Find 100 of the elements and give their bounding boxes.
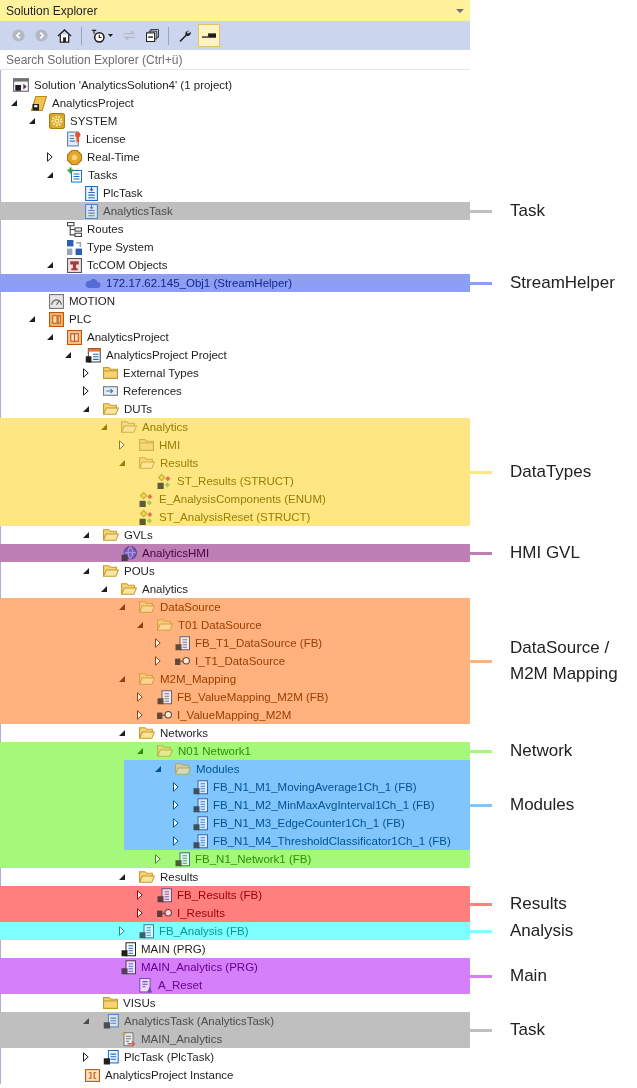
tree-item[interactable]: Results — [139, 869, 199, 885]
tree-item[interactable]: FB_Analysis (FB) — [139, 923, 249, 939]
tree-item[interactable]: Analytics — [121, 581, 189, 597]
expanded-arrow-icon[interactable] — [47, 334, 53, 340]
tree-item[interactable]: VISUs — [103, 995, 156, 1011]
expanded-arrow-icon[interactable] — [47, 172, 53, 178]
tree-item[interactable]: E_AnalysisComponents (ENUM) — [139, 491, 326, 507]
tree-item[interactable]: ST_AnalysisReset (STRUCT) — [139, 509, 311, 525]
tree-item[interactable]: Modules — [175, 761, 240, 777]
function-block-icon — [157, 689, 172, 705]
expanded-arrow-icon[interactable] — [11, 100, 17, 106]
tree-item[interactable]: Networks — [139, 725, 208, 741]
collapsed-arrow-icon[interactable] — [155, 638, 161, 648]
tree-item[interactable]: I_Results — [157, 905, 225, 921]
tree-item[interactable]: AnalyticsTask — [85, 203, 173, 219]
tree-item[interactable]: References — [103, 383, 182, 399]
function-block-icon — [193, 797, 208, 813]
stacked-windows-icon — [145, 29, 159, 42]
tree-item[interactable]: I_ValueMapping_M2M — [157, 707, 292, 723]
tree-item[interactable]: AnalyticsProject Instance — [85, 1067, 234, 1083]
expanded-arrow-icon[interactable] — [83, 568, 89, 574]
task-list-icon — [67, 167, 83, 183]
tree-item[interactable]: FB_Results (FB) — [157, 887, 262, 903]
expanded-arrow-icon[interactable] — [65, 352, 71, 358]
expanded-arrow-icon[interactable] — [29, 118, 35, 124]
tree-item[interactable]: Tasks — [67, 167, 118, 183]
collapsed-arrow-icon[interactable] — [137, 908, 143, 918]
tree-item[interactable]: MAIN (PRG) — [121, 941, 206, 957]
tree-item[interactable]: AnalyticsProject — [31, 95, 134, 111]
tree-item[interactable]: FB_T1_DataSource (FB) — [175, 635, 323, 651]
tree-item[interactable]: AnalyticsProject Project — [85, 347, 227, 363]
tree-item[interactable]: SYSTEM — [49, 113, 118, 129]
expanded-arrow-icon[interactable] — [47, 262, 53, 268]
tree-item[interactable]: MAIN_Analytics — [121, 1031, 223, 1047]
back-icon — [11, 29, 25, 42]
open-folder-icon — [157, 619, 173, 631]
collapsed-arrow-icon[interactable] — [173, 800, 179, 810]
collapsed-arrow-icon[interactable] — [173, 836, 179, 846]
tree-item[interactable]: FB_N1_M4_ThresholdClassificator1Ch_1 (FB) — [193, 833, 451, 849]
collapsed-arrow-icon[interactable] — [83, 386, 89, 396]
open-folder-icon — [139, 673, 155, 685]
collapsed-arrow-icon[interactable] — [83, 368, 89, 378]
tree-item[interactable]: AnalyticsTask (AnalyticsTask) — [103, 1013, 275, 1029]
tree-item[interactable]: MAIN_Analytics (PRG) — [121, 959, 258, 975]
tree-item[interactable]: Solution 'AnalyticsSolution4' (1 project) — [13, 77, 233, 93]
tree-item[interactable]: N01 Network1 — [157, 743, 251, 759]
collapsed-arrow-icon[interactable] — [173, 782, 179, 792]
tree-item[interactable]: PlcTask (PlcTask) — [103, 1049, 215, 1065]
locked-task-icon — [103, 1049, 119, 1065]
caret-icon — [456, 8, 464, 13]
collapsed-arrow-icon[interactable] — [137, 710, 143, 720]
tree-item[interactable]: AnalyticsHMI — [121, 545, 210, 561]
tree-item[interactable]: PlcTask — [85, 185, 143, 201]
tree-item[interactable]: FB_ValueMapping_M2M (FB) — [157, 689, 329, 705]
tree-item[interactable]: T01 DataSource — [157, 617, 262, 633]
tree-item[interactable]: Type System — [67, 239, 154, 255]
open-folder-icon — [121, 583, 137, 595]
tree-item[interactable]: External Types — [103, 365, 199, 381]
open-folder-icon — [175, 763, 191, 775]
open-folder-icon — [139, 871, 155, 883]
collapsed-arrow-icon[interactable] — [137, 890, 143, 900]
tree-item[interactable]: TcCOM Objects — [67, 257, 168, 273]
tree-item[interactable]: I_T1_DataSource — [175, 653, 286, 669]
collapsed-arrow-icon[interactable] — [83, 1052, 89, 1062]
tree-item[interactable]: Results — [139, 455, 199, 471]
expanded-arrow-icon[interactable] — [83, 532, 89, 538]
tree-item[interactable]: FB_N1_Network1 (FB) — [175, 851, 312, 867]
tree-item[interactable]: License — [67, 131, 126, 147]
tree-item[interactable]: AnalyticsProject — [67, 329, 169, 345]
component-icon — [67, 257, 82, 273]
tree-item[interactable]: ST_Results (STRUCT) — [157, 473, 294, 489]
tree-item[interactable]: DataSource — [139, 599, 221, 615]
tree-item[interactable]: GVLs — [103, 527, 153, 543]
tree-item[interactable]: A_Reset — [139, 977, 203, 993]
collapsed-arrow-icon[interactable] — [47, 152, 53, 162]
preview-button[interactable] — [198, 24, 220, 47]
expanded-arrow-icon[interactable] — [29, 316, 35, 322]
tree-item[interactable]: DUTs — [103, 401, 153, 417]
tree-item[interactable]: Analytics — [121, 419, 189, 435]
tree-item[interactable]: PLC — [49, 311, 92, 327]
expanded-arrow-icon[interactable] — [119, 874, 125, 880]
collapsed-arrow-icon[interactable] — [173, 818, 179, 828]
tree-item[interactable]: 172.17.62.145_Obj1 (StreamHelper) — [85, 275, 293, 291]
expanded-arrow-icon[interactable] — [119, 730, 125, 736]
tree-item[interactable]: Routes — [67, 221, 124, 237]
tree-item[interactable]: Real-Time — [67, 149, 140, 165]
open-folder-icon — [139, 457, 155, 469]
expanded-arrow-icon[interactable] — [83, 406, 89, 412]
tree-item[interactable]: M2M_Mapping — [139, 671, 237, 687]
tree-item[interactable]: FB_N1_M2_MinMaxAvgInterval1Ch_1 (FB) — [193, 797, 435, 813]
program-icon — [121, 959, 136, 975]
tree-item[interactable]: MOTION — [49, 293, 115, 309]
collapsed-arrow-icon[interactable] — [137, 692, 143, 702]
collapsed-arrow-icon[interactable] — [155, 656, 161, 666]
window-menu-button[interactable] — [454, 6, 466, 15]
tree-item[interactable]: FB_N1_M1_MovingAverage1Ch_1 (FB) — [193, 779, 417, 795]
tree-item[interactable]: POUs — [103, 563, 155, 579]
tree-item[interactable]: HMI — [139, 437, 181, 453]
tree-item[interactable]: FB_N1_M3_EdgeCounter1Ch_1 (FB) — [193, 815, 405, 831]
expanded-arrow-icon[interactable] — [101, 586, 107, 592]
